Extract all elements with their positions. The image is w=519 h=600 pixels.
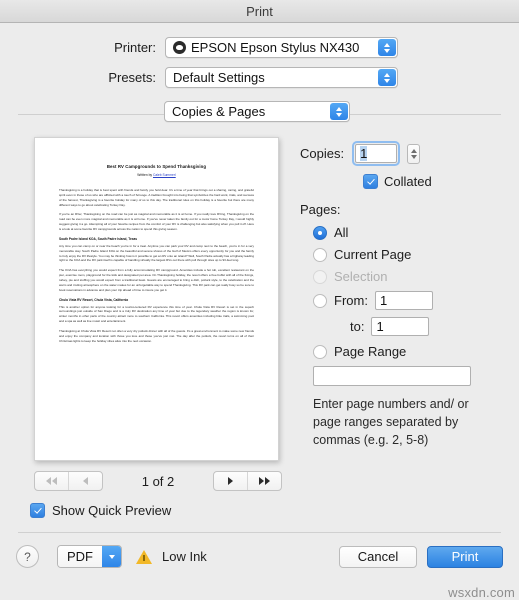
chevron-down-icon[interactable] xyxy=(102,546,121,567)
page-counter: 1 of 2 xyxy=(141,473,175,489)
printer-row: Printer: EPSON Epson Stylus NX430 xyxy=(0,37,519,58)
dialog-footer: ? PDF Low Ink Cancel Print xyxy=(0,533,519,568)
copies-input[interactable]: 1 xyxy=(355,144,398,163)
byline-author-link[interactable]: Caleb Summerl xyxy=(153,173,176,177)
dialog-body: Best RV Campgrounds to Spend Thanksgivin… xyxy=(0,131,519,461)
collated-checkbox-row[interactable]: Collated xyxy=(363,174,519,189)
cancel-button[interactable]: Cancel xyxy=(339,545,417,568)
window-title: Print xyxy=(246,3,273,19)
radio-page-range-row[interactable]: Page Range xyxy=(300,344,519,359)
watermark: wsxdn.com xyxy=(448,585,515,600)
pane-selector-dropdown[interactable]: Copies & Pages xyxy=(164,101,350,122)
radio-page-range-label: Page Range xyxy=(334,344,407,359)
radio-all[interactable] xyxy=(313,225,327,240)
document-preview[interactable]: Best RV Campgrounds to Spend Thanksgivin… xyxy=(34,137,279,461)
radio-selection xyxy=(313,269,327,284)
radio-current-page-label: Current Page xyxy=(334,247,412,262)
first-page-button[interactable] xyxy=(35,472,69,490)
presets-value: Default Settings xyxy=(173,70,265,85)
preview-column: Best RV Campgrounds to Spend Thanksgivin… xyxy=(0,137,300,461)
previous-page-button[interactable] xyxy=(69,472,102,490)
collated-checkbox[interactable] xyxy=(363,174,378,189)
last-page-button[interactable] xyxy=(248,472,281,490)
collated-label: Collated xyxy=(384,174,432,189)
preview-pager: 1 of 2 xyxy=(34,471,519,491)
preview-paragraph: If you're an RVer, Thanksgiving on the r… xyxy=(59,212,254,232)
radio-from[interactable] xyxy=(313,293,327,308)
copies-label: Copies: xyxy=(300,146,345,161)
next-page-button[interactable] xyxy=(214,472,248,490)
preview-paragraph: Any time you can camp on or near the bea… xyxy=(59,243,254,263)
presets-row: Presets: Default Settings xyxy=(0,67,519,88)
pager-forward-group[interactable] xyxy=(213,471,282,491)
pdf-button-label: PDF xyxy=(58,546,102,567)
printer-dropdown[interactable]: EPSON Epson Stylus NX430 xyxy=(165,37,398,58)
chevron-updown-icon[interactable] xyxy=(330,103,348,120)
radio-selection-label: Selection xyxy=(334,269,388,284)
to-row: to: 1 xyxy=(300,317,519,336)
radio-selection-row: Selection xyxy=(300,269,519,284)
from-input[interactable]: 1 xyxy=(374,291,433,310)
pane-selector-value: Copies & Pages xyxy=(172,104,266,119)
printer-settings-form: Printer: EPSON Epson Stylus NX430 Preset… xyxy=(0,23,519,88)
to-input-value: 1 xyxy=(376,319,384,334)
copies-input-value: 1 xyxy=(360,146,368,161)
to-input[interactable]: 1 xyxy=(371,317,430,336)
preview-paragraph: The KOA has everything you would expect … xyxy=(59,268,254,292)
to-label: to: xyxy=(350,319,365,334)
printer-value-wrap: EPSON Epson Stylus NX430 xyxy=(166,40,359,55)
help-button[interactable]: ? xyxy=(16,545,39,568)
radio-from-label: From: xyxy=(334,293,368,308)
window-titlebar: Print xyxy=(0,0,519,23)
copies-stepper[interactable] xyxy=(407,143,421,164)
pane-selector-area: Copies & Pages xyxy=(0,97,519,131)
page-range-hint: Enter page numbers and/ or page ranges s… xyxy=(313,397,469,448)
preview-paragraph: This is another option for anyone lookin… xyxy=(59,304,254,324)
radio-current-page-row[interactable]: Current Page xyxy=(300,247,519,262)
presets-dropdown[interactable]: Default Settings xyxy=(165,67,398,88)
preview-section-heading: Chula Vista RV Resort, Chula Vista, Cali… xyxy=(59,297,129,302)
page-range-input[interactable] xyxy=(313,366,471,386)
printer-label: Printer: xyxy=(114,40,156,55)
chevron-updown-icon[interactable] xyxy=(378,39,396,56)
pager-back-group[interactable] xyxy=(34,471,103,491)
options-column: Copies: 1 Collated Pages: All Current Pa… xyxy=(300,137,519,461)
printer-status-label: Low Ink xyxy=(162,549,207,564)
radio-current-page[interactable] xyxy=(313,247,327,262)
radio-all-label: All xyxy=(334,225,349,240)
radio-from-row[interactable]: From: 1 xyxy=(300,291,519,310)
radio-page-range[interactable] xyxy=(313,344,327,359)
preview-section-heading: South Padre Island KOA, South Padre Isla… xyxy=(59,236,138,241)
copies-input-focus-ring: 1 xyxy=(352,141,401,166)
preview-doc-byline: Written by Caleb Summerl xyxy=(59,173,254,177)
printer-value: EPSON Epson Stylus NX430 xyxy=(191,40,360,55)
pages-heading: Pages: xyxy=(300,202,341,217)
chevron-updown-icon[interactable] xyxy=(378,69,396,86)
preview-paragraph: Thanksgiving is a holiday that is best s… xyxy=(59,188,254,207)
byline-prefix: Written by xyxy=(137,173,153,177)
print-button[interactable]: Print xyxy=(427,545,503,568)
quick-preview-label: Show Quick Preview xyxy=(52,503,172,518)
copies-row: Copies: 1 xyxy=(300,141,519,166)
preview-doc-title: Best RV Campgrounds to Spend Thanksgivin… xyxy=(106,164,207,169)
quick-preview-row[interactable]: Show Quick Preview xyxy=(30,503,519,518)
presets-label: Presets: xyxy=(108,70,156,85)
pdf-dropdown-button[interactable]: PDF xyxy=(57,545,122,568)
warning-triangle-icon xyxy=(136,549,152,564)
quick-preview-checkbox[interactable] xyxy=(30,503,45,518)
from-input-value: 1 xyxy=(379,293,388,308)
preview-paragraph: Thanksgiving at Chula Vista RV Resort no… xyxy=(59,329,254,343)
radio-all-row[interactable]: All xyxy=(300,225,519,240)
printer-status-icon xyxy=(173,41,186,54)
